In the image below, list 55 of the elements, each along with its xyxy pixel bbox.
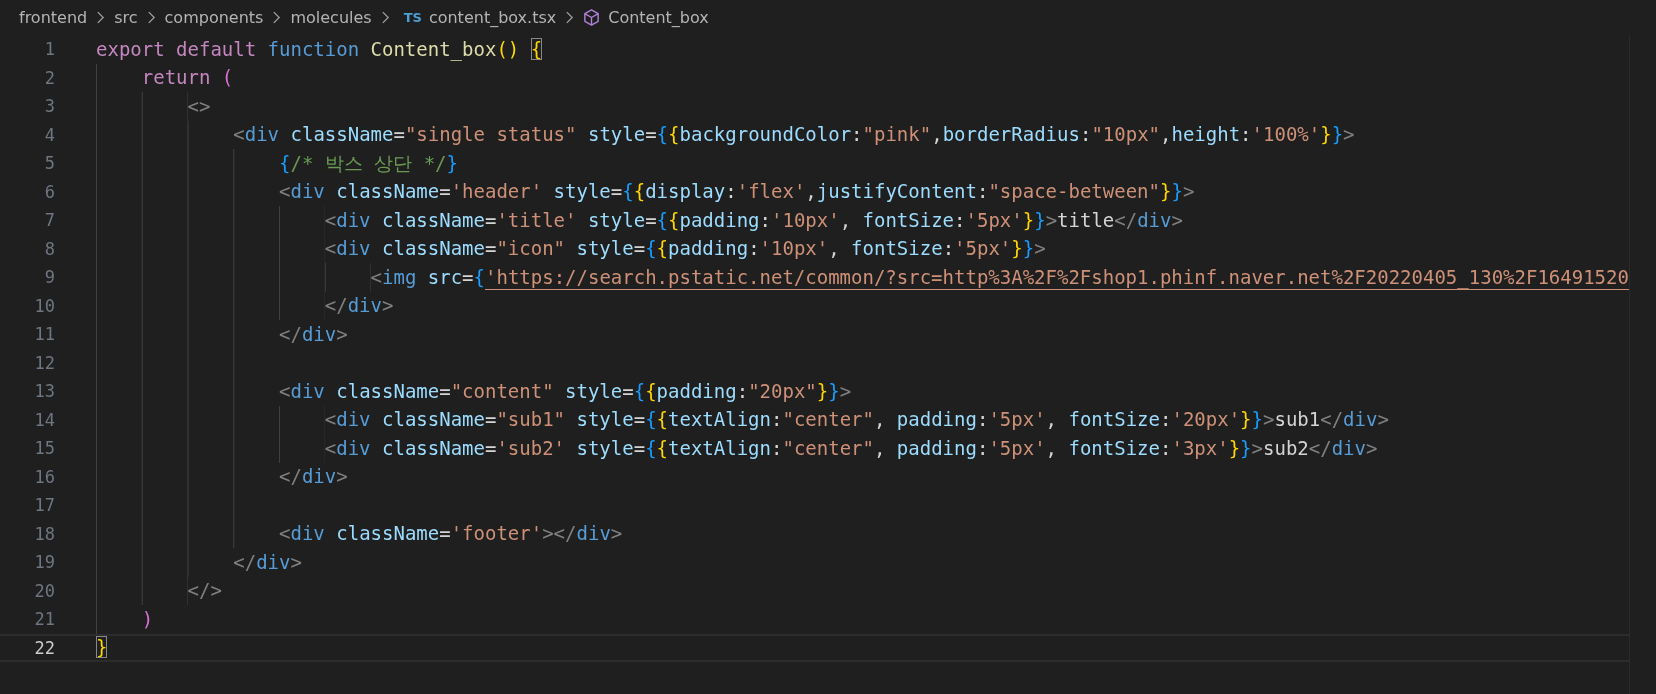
line-number: 5: [43, 153, 55, 174]
line-number: 11: [33, 324, 55, 345]
code-line: {/* 박스 상단 */}: [279, 151, 458, 175]
line-number: 15: [33, 438, 55, 459]
code-line: return (: [141, 66, 234, 90]
chevron-right-icon: [565, 10, 575, 25]
code-line: export default function Content_box() {: [96, 37, 543, 61]
line-number: 4: [43, 124, 55, 145]
line-number: 7: [43, 210, 55, 231]
code-line: <div className='sub2' style={{textAlign:"center", padding:'5px', fontSize:'3px'}}>sub2</div>: [324, 436, 1378, 460]
cube-icon: [582, 8, 602, 27]
line-number: 17: [33, 495, 55, 516]
line-number: 2: [43, 67, 55, 88]
code-line: <div className='title' style={{padding:'10px', fontSize:'5px'}}>title</div>: [324, 208, 1183, 232]
chevron-right-icon: [380, 10, 390, 25]
line-number: 9: [43, 267, 55, 288]
line-number: 12: [33, 352, 55, 373]
code-line: <div className="sub1" style={{textAlign:"center", padding:'5px', fontSize:'20px'}}>sub1</div>: [324, 408, 1389, 432]
chevron-right-icon: [96, 10, 106, 25]
code-line: </div>: [324, 294, 394, 318]
code-line: <div className="single status" style={{backgroundColor:"pink",borderRadius:"10px",height:'100%'}}>: [233, 123, 1355, 147]
code-line: <>: [187, 94, 211, 118]
line-number: 16: [33, 466, 55, 487]
code-line: </div>: [233, 550, 302, 574]
line-number: 1: [43, 39, 55, 60]
code-line: </div>: [279, 322, 348, 346]
breadcrumb-item[interactable]: Content_box: [607, 8, 710, 27]
breadcrumb-item[interactable]: content_box.tsx: [427, 8, 558, 27]
breadcrumb-item[interactable]: frontend: [18, 8, 89, 27]
line-number: 13: [33, 381, 55, 402]
line-number: 21: [33, 609, 55, 630]
line-number: 20: [33, 580, 55, 601]
code-line: ): [141, 607, 154, 631]
breadcrumb-item[interactable]: src: [113, 8, 139, 27]
line-number: 8: [43, 238, 55, 259]
line-number: 14: [33, 409, 55, 430]
code-line: <img src={'https://search.pstatic.net/common/?src=http%3A%2F%2Fshop1.phinf.naver.net%2F20220405_130%2F16491520: [370, 265, 1629, 289]
breadcrumb-item[interactable]: components: [163, 8, 265, 27]
code-line: <div className="content" style={{padding:"20px"}}>: [279, 379, 852, 403]
line-number: 22: [33, 637, 55, 658]
code-line: <div className="icon" style={{padding:'10px', fontSize:'5px'}}>: [324, 237, 1046, 261]
line-number: 3: [43, 96, 55, 117]
line-number: 6: [43, 181, 55, 202]
typescript-file-icon: TS: [403, 10, 422, 25]
code-line: <div className='header' style={{display:'flex',justifyContent:"space-between"}}>: [279, 180, 1195, 204]
chevron-right-icon: [146, 10, 156, 25]
code-line: </div>: [279, 465, 348, 489]
line-number: 19: [33, 552, 55, 573]
code-line: </>: [187, 579, 222, 603]
code-line: <div className='footer'></div>: [279, 522, 623, 546]
line-number: 10: [33, 295, 55, 316]
chevron-right-icon: [272, 10, 282, 25]
breadcrumb-item[interactable]: molecules: [289, 8, 373, 27]
line-number: 18: [33, 523, 55, 544]
code-line: }: [96, 636, 108, 660]
